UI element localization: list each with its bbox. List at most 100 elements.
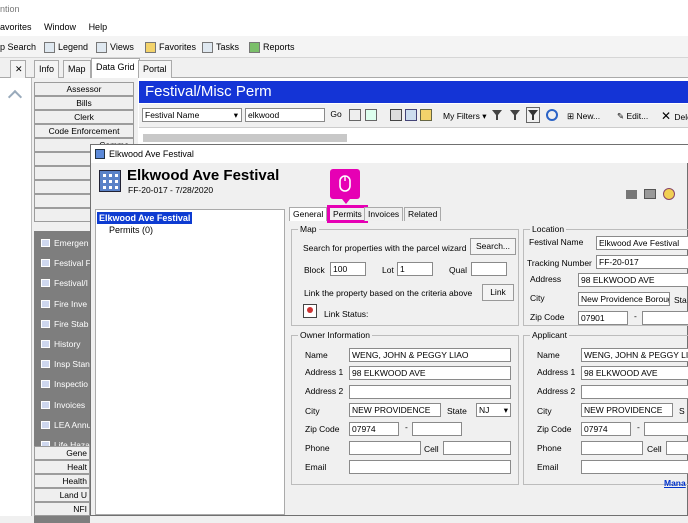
search-row: Festival Name ▾ elkwood Go My Filters ▾ ⊞… bbox=[139, 104, 688, 128]
location-group: Location Festival Name Elkwood Ave Festi… bbox=[523, 224, 688, 326]
category-list-item[interactable]: Festival F bbox=[34, 253, 90, 273]
manage-link[interactable]: Mana bbox=[664, 478, 686, 488]
mail-icon[interactable] bbox=[626, 190, 637, 199]
category-2[interactable]: Clerk bbox=[34, 110, 134, 124]
tree-permits-item[interactable]: Permits (0) bbox=[109, 225, 153, 235]
clear-icon[interactable] bbox=[349, 109, 361, 121]
category-list-item[interactable]: Festival/I bbox=[34, 273, 90, 293]
tab-info[interactable]: Info bbox=[34, 60, 60, 78]
category-list-item[interactable]: LEA Annu bbox=[34, 415, 90, 435]
filter-options-icon[interactable] bbox=[509, 109, 521, 121]
close-panel-button[interactable]: ✕ bbox=[10, 60, 26, 78]
record-dialog: Elkwood Ave Festival Elkwood Ave Festiva… bbox=[90, 144, 688, 516]
owner-name-input[interactable]: WENG, JOHN & PEGGY LIAO bbox=[349, 348, 511, 362]
search-input[interactable]: elkwood bbox=[245, 108, 325, 122]
favorites-button[interactable]: Favorites bbox=[145, 36, 196, 58]
category-list-item[interactable]: History bbox=[34, 334, 90, 354]
table-icon bbox=[41, 299, 50, 308]
qual-input[interactable] bbox=[471, 262, 507, 276]
tab-general[interactable]: General bbox=[289, 207, 328, 221]
applicant-zip-input[interactable]: 07974 bbox=[581, 422, 631, 436]
open-folder-icon[interactable] bbox=[420, 109, 432, 121]
views-button[interactable]: Views bbox=[96, 36, 134, 58]
location-zip4-input[interactable] bbox=[642, 311, 688, 325]
owner-zip-input[interactable]: 07974 bbox=[349, 422, 399, 436]
category-bottom-3[interactable]: Land U bbox=[34, 488, 90, 502]
category-list-item[interactable]: Invoices bbox=[34, 395, 90, 415]
print-icon[interactable] bbox=[390, 109, 402, 121]
category-list-item[interactable]: Fire Inve bbox=[34, 294, 90, 314]
tree-root-item[interactable]: Elkwood Ave Festival bbox=[97, 212, 193, 224]
applicant-name-input[interactable]: WENG, JOHN & PEGGY LIA bbox=[581, 348, 688, 362]
applicant-city-input[interactable]: NEW PROVIDENCE bbox=[581, 403, 673, 417]
tab-portal[interactable]: Portal bbox=[138, 60, 172, 78]
go-button[interactable]: Go bbox=[327, 107, 345, 124]
applicant-cell-input[interactable] bbox=[666, 441, 688, 455]
tab-data-grid[interactable]: Data Grid bbox=[91, 58, 140, 78]
close-icon: ✕ bbox=[15, 64, 23, 74]
location-city-input[interactable]: New Providence Boroug bbox=[578, 292, 670, 306]
applicant-address1-input[interactable]: 98 ELKWOOD AVE bbox=[581, 366, 688, 380]
refresh-icon[interactable] bbox=[365, 109, 377, 121]
category-list-item[interactable]: Insp Stan bbox=[34, 354, 90, 374]
legend-icon bbox=[44, 42, 55, 54]
lot-input[interactable]: 1 bbox=[397, 262, 433, 276]
category-1[interactable]: Bills bbox=[34, 96, 134, 110]
owner-address2-input[interactable] bbox=[349, 385, 511, 399]
tab-invoices[interactable]: Invoices bbox=[364, 207, 404, 221]
category-bottom-1[interactable]: Healt bbox=[34, 460, 90, 474]
owner-city-input[interactable]: NEW PROVIDENCE bbox=[349, 403, 441, 417]
map-search-button[interactable]: p Search bbox=[0, 36, 36, 58]
category-list-item[interactable]: Inspectio bbox=[34, 374, 90, 394]
tasks-button[interactable]: Tasks bbox=[202, 36, 239, 58]
applicant-zip4-input[interactable] bbox=[644, 422, 688, 436]
edit-button[interactable]: ✎ Edit... bbox=[617, 111, 648, 122]
tab-map[interactable]: Map bbox=[63, 60, 91, 78]
owner-phone-input[interactable] bbox=[349, 441, 421, 455]
category-bottom-4[interactable]: NFI bbox=[34, 502, 90, 516]
my-filters-button[interactable]: My Filters ▾ bbox=[443, 111, 486, 122]
menu-help[interactable]: Help bbox=[89, 22, 108, 32]
applicant-address2-input[interactable] bbox=[581, 385, 688, 399]
smile-icon[interactable] bbox=[663, 188, 675, 200]
category-bottom-0[interactable]: Gene bbox=[34, 446, 90, 460]
festival-name-input[interactable]: Elkwood Ave Festival bbox=[596, 236, 688, 250]
tab-permits[interactable]: Permits bbox=[327, 205, 368, 223]
tracking-number-input[interactable]: FF-20-017 bbox=[596, 255, 688, 269]
main-tabstrip: ✕ Info Map Data Grid Portal bbox=[0, 58, 688, 78]
block-input[interactable]: 100 bbox=[330, 262, 366, 276]
reports-button[interactable]: Reports bbox=[249, 36, 295, 58]
owner-email-input[interactable] bbox=[349, 460, 511, 474]
funnel-icon[interactable] bbox=[526, 107, 540, 123]
new-button[interactable]: ⊞ New... bbox=[567, 111, 600, 122]
owner-address1-input[interactable]: 98 ELKWOOD AVE bbox=[349, 366, 511, 380]
category-3[interactable]: Code Enforcement bbox=[34, 124, 134, 138]
category-list-item[interactable]: Fire Stab bbox=[34, 314, 90, 334]
filter-icon[interactable] bbox=[491, 109, 503, 121]
category-0[interactable]: Assessor bbox=[34, 82, 134, 96]
category-bottom-2[interactable]: Health bbox=[34, 474, 90, 488]
delete-button[interactable]: ✕ Delete bbox=[661, 109, 688, 123]
legend-button[interactable]: Legend bbox=[44, 36, 88, 58]
window-title: ntion bbox=[0, 0, 688, 18]
category-list-item[interactable]: Emergen bbox=[34, 233, 90, 253]
record-title: Elkwood Ave Festival bbox=[127, 167, 280, 184]
print-icon[interactable] bbox=[644, 189, 656, 199]
search-icon[interactable] bbox=[546, 109, 558, 121]
indicator-pointer bbox=[342, 199, 350, 204]
location-zip-input[interactable]: 07901 bbox=[578, 311, 628, 325]
link-button[interactable]: Link bbox=[482, 284, 514, 301]
chevron-up-icon[interactable] bbox=[7, 89, 23, 105]
export-icon[interactable] bbox=[405, 109, 417, 121]
owner-zip4-input[interactable] bbox=[412, 422, 462, 436]
applicant-phone-input[interactable] bbox=[581, 441, 643, 455]
menu-favorites[interactable]: avorites bbox=[0, 22, 32, 32]
tab-related[interactable]: Related bbox=[404, 207, 442, 221]
location-address-input[interactable]: 98 ELKWOOD AVE bbox=[578, 273, 688, 287]
owner-cell-input[interactable] bbox=[443, 441, 511, 455]
parcel-search-button[interactable]: Search... bbox=[470, 238, 516, 255]
owner-state-select[interactable]: NJ ▾ bbox=[476, 403, 511, 417]
applicant-email-input[interactable] bbox=[581, 460, 688, 474]
search-field-select[interactable]: Festival Name ▾ bbox=[142, 108, 242, 122]
menu-window[interactable]: Window bbox=[44, 22, 76, 32]
